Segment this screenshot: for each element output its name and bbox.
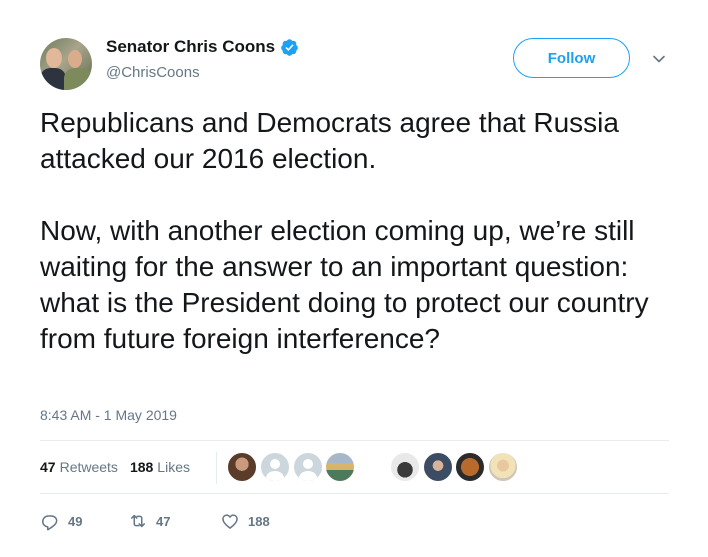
- tweet-card: Senator Chris Coons @ChrisCoons Follow R…: [0, 0, 708, 557]
- liker-avatar-5[interactable]: [390, 452, 420, 482]
- likes-count: 188: [129, 459, 154, 475]
- likes-label: Likes: [157, 459, 190, 475]
- reply-button[interactable]: 49: [40, 511, 128, 531]
- verified-badge-icon: [281, 38, 298, 56]
- retweet-icon: [131, 514, 145, 528]
- retweets-stat[interactable]: 47 Retweets: [40, 459, 118, 475]
- divider-top: [40, 440, 669, 441]
- action-bar: 49 47 188: [40, 507, 270, 535]
- follow-button[interactable]: Follow: [513, 38, 630, 78]
- author-display-name[interactable]: Senator Chris Coons: [106, 37, 275, 57]
- chevron-down-icon[interactable]: [651, 51, 667, 67]
- reply-icon: [42, 515, 58, 531]
- liker-avatar-3[interactable]: [293, 452, 323, 482]
- divider-bottom: [40, 493, 669, 494]
- author-handle[interactable]: @ChrisCoons: [106, 64, 200, 81]
- likes-stat[interactable]: 188 Likes: [130, 459, 190, 475]
- retweets-label: Retweets: [59, 459, 118, 475]
- reply-count: 49: [68, 513, 83, 529]
- liker-avatar-2[interactable]: [260, 452, 290, 482]
- engagement-stats: 47 Retweets 188 Likes: [40, 449, 202, 485]
- retweet-count: 47: [156, 513, 171, 529]
- retweet-button[interactable]: 47: [128, 511, 220, 531]
- retweets-count: 47: [40, 459, 56, 475]
- like-count: 188: [248, 513, 270, 529]
- liker-avatar-6[interactable]: [423, 452, 453, 482]
- liker-avatar-4[interactable]: [325, 452, 355, 482]
- heart-icon: [222, 514, 238, 529]
- author-avatar[interactable]: [40, 38, 92, 90]
- stats-separator: [216, 452, 217, 484]
- liker-avatar-1[interactable]: [227, 452, 257, 482]
- like-button[interactable]: 188: [220, 511, 270, 531]
- liker-avatar-7[interactable]: [455, 452, 485, 482]
- author-name-row: Senator Chris Coons: [106, 37, 299, 57]
- liker-avatar-8[interactable]: [488, 452, 518, 482]
- tweet-timestamp[interactable]: 8:43 AM - 1 May 2019: [40, 407, 177, 423]
- tweet-text: Republicans and Democrats agree that Rus…: [40, 107, 649, 354]
